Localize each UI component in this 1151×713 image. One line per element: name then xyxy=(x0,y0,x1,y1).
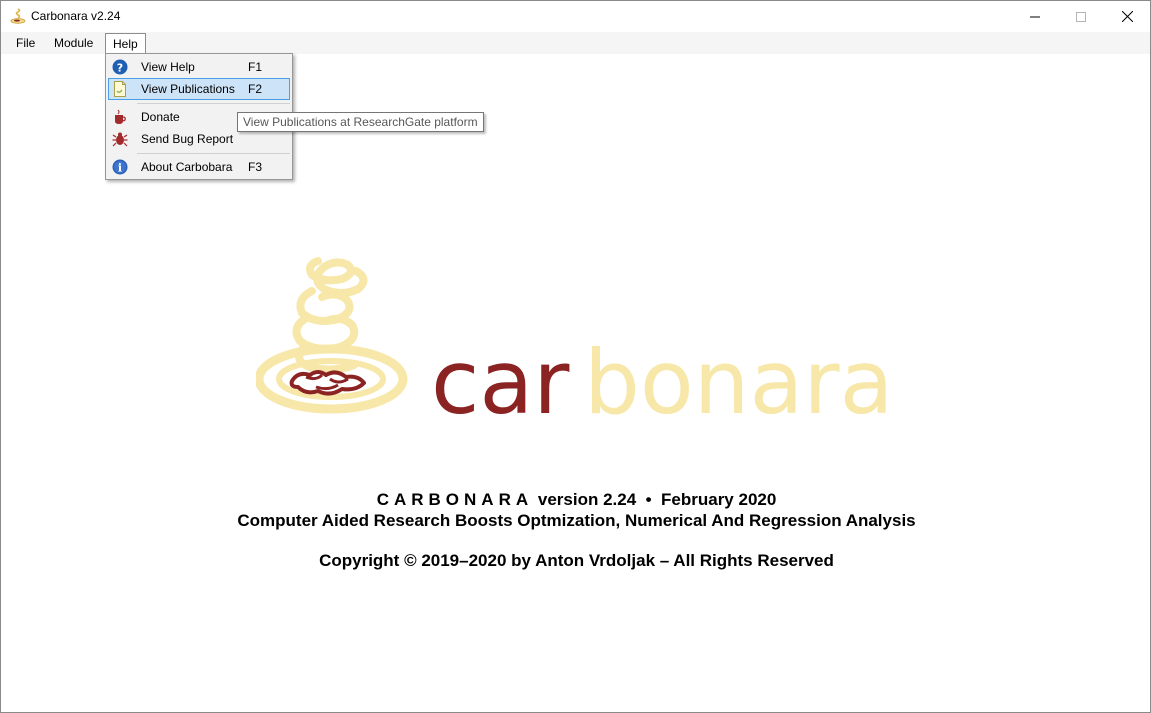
minimize-icon xyxy=(1030,16,1040,17)
menu-help[interactable]: Help xyxy=(105,33,146,54)
about-version-line: CARBONARA version 2.24 • February 2020 xyxy=(1,490,1151,510)
menu-item-label: About Carbobara xyxy=(141,160,233,174)
menu-separator xyxy=(137,153,290,154)
close-button[interactable] xyxy=(1104,1,1150,32)
help-question-icon: ? xyxy=(112,59,128,75)
svg-text:?: ? xyxy=(117,61,123,74)
release-date: February 2020 xyxy=(661,490,777,509)
menu-module[interactable]: Module xyxy=(47,32,100,54)
bullet: • xyxy=(645,490,652,509)
app-name-spaced: CARBONARA xyxy=(376,490,534,509)
maximize-button[interactable] xyxy=(1058,1,1104,32)
menu-file[interactable]: File xyxy=(9,32,42,54)
svg-text:i: i xyxy=(118,162,122,175)
close-icon xyxy=(1121,11,1133,22)
title-bar: Carbonara v2.24 xyxy=(1,1,1150,32)
minimize-button[interactable] xyxy=(1012,1,1058,32)
coffee-cup-icon xyxy=(115,109,126,124)
plate-spaghetti-graphic xyxy=(256,257,408,414)
version-text: version 2.24 xyxy=(537,490,637,509)
menu-bar: File Module Help xyxy=(1,32,1150,54)
tooltip: View Publications at ResearchGate platfo… xyxy=(237,112,484,132)
menu-item-shortcut: F1 xyxy=(248,60,263,74)
menu-separator xyxy=(137,103,290,104)
maximize-icon xyxy=(1076,11,1086,22)
logo-word-bonara: bonara xyxy=(584,331,894,426)
menu-item-label: View Help xyxy=(141,60,195,74)
menu-item-view-help[interactable]: ? View Help F1 xyxy=(108,56,290,78)
about-copyright: Copyright © 2019–2020 by Anton Vrdoljak … xyxy=(319,551,834,570)
document-icon xyxy=(114,81,126,97)
menu-item-about[interactable]: i About Carbobara F3 xyxy=(108,156,290,178)
logo-word-car: car xyxy=(431,331,570,426)
menu-item-view-publications[interactable]: View Publications F2 xyxy=(108,78,290,100)
carbonara-logo: car bonara xyxy=(256,257,894,426)
bug-icon xyxy=(112,132,128,147)
menu-item-label: View Publications xyxy=(141,82,235,96)
menu-item-shortcut: F2 xyxy=(248,82,263,96)
window-title: Carbonara v2.24 xyxy=(31,9,121,23)
app-window: Carbonara v2.24 File Module Help ? View … xyxy=(0,0,1151,713)
menu-item-label: Donate xyxy=(141,110,180,124)
about-subtitle: Computer Aided Research Boosts Optmizati… xyxy=(237,511,916,530)
menu-item-shortcut: F3 xyxy=(248,160,263,174)
info-icon: i xyxy=(112,159,128,175)
carbonara-plate-icon xyxy=(10,8,26,24)
menu-item-label: Send Bug Report xyxy=(141,132,234,146)
